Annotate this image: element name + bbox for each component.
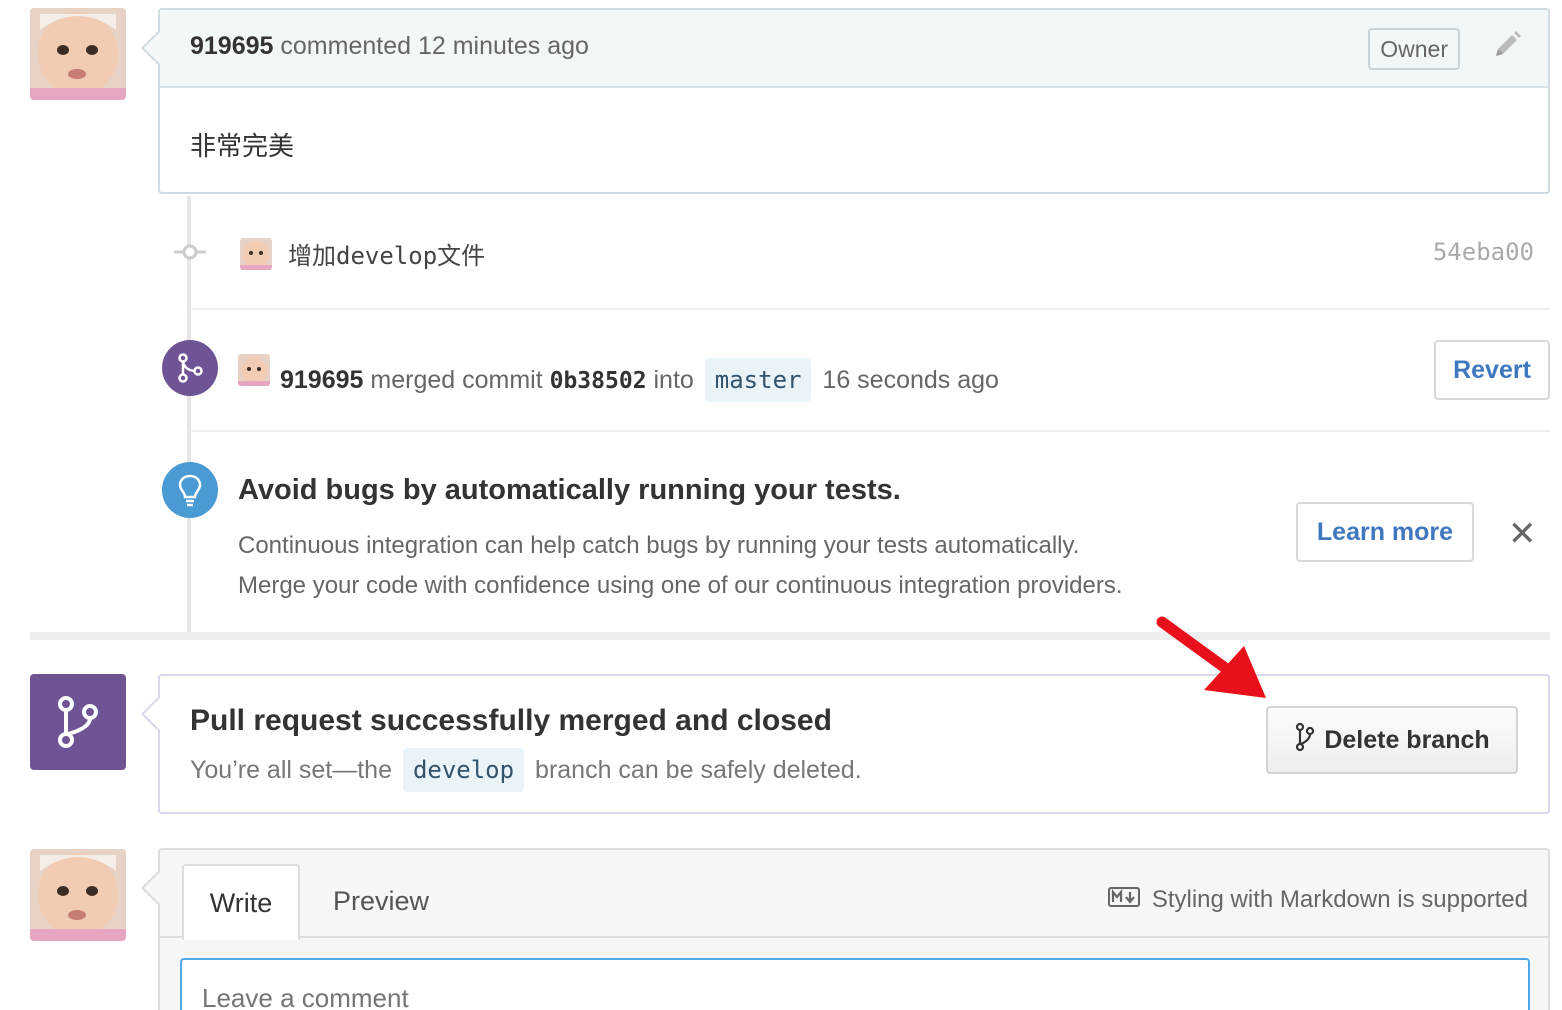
delete-branch-button[interactable]: Delete branch (1266, 706, 1518, 774)
merge-icon (162, 340, 218, 396)
markdown-icon (1107, 886, 1140, 914)
commit-sha-link[interactable]: 54eba00 (1433, 238, 1534, 266)
comment-input[interactable] (180, 958, 1530, 1010)
delete-branch-label: Delete branch (1324, 725, 1490, 754)
comment-header: 919695 commented 12 minutes ago Owner (141, 10, 1548, 88)
comment-author[interactable]: 919695 (190, 32, 273, 60)
comment-meta: 919695 commented 12 minutes ago (190, 32, 589, 61)
learn-more-button[interactable]: Learn more (1296, 502, 1474, 562)
merge-status-box: Pull request successfully merged and clo… (141, 674, 1550, 814)
merge-status-title: Pull request successfully merged and clo… (190, 704, 832, 737)
tab-write[interactable]: Write (182, 864, 300, 940)
merge-into: into (653, 366, 694, 394)
pencil-icon[interactable] (1492, 30, 1522, 67)
comment-composer: Write Preview Styling with Markdown is s… (141, 848, 1550, 1010)
merge-verb: merged commit (370, 366, 543, 394)
ci-promo-line-2: Merge your code with confidence using on… (238, 572, 1123, 599)
comment-caret (141, 31, 175, 65)
merge-box-caret (141, 697, 175, 731)
merge-author[interactable]: 919695 (280, 366, 363, 394)
owner-badge: Owner (1368, 28, 1460, 70)
merge-time: 16 seconds ago (822, 366, 999, 394)
avatar[interactable] (30, 8, 126, 100)
merge-commit-sha[interactable]: 0b38502 (550, 368, 647, 394)
timeline-divider (30, 632, 1550, 640)
target-branch[interactable]: master (704, 358, 812, 402)
lightbulb-icon (162, 462, 218, 518)
source-branch[interactable]: develop (402, 748, 525, 792)
branch-icon (1294, 722, 1316, 759)
comment-box: 919695 commented 12 minutes ago Owner 非常… (141, 8, 1550, 194)
close-icon[interactable]: ✕ (1508, 514, 1537, 554)
comment-action: commented 12 minutes ago (280, 32, 589, 60)
tab-preview[interactable]: Preview (310, 864, 452, 938)
merge-desc-suffix: branch can be safely deleted. (535, 756, 862, 784)
markdown-note-label: Styling with Markdown is supported (1151, 886, 1528, 913)
merged-status-icon (30, 674, 126, 770)
merge-status-description: You’re all set—the develop branch can be… (190, 748, 862, 792)
annotation-arrow-icon (1150, 612, 1280, 717)
commit-author-avatar[interactable] (240, 238, 272, 270)
revert-button[interactable]: Revert (1434, 340, 1550, 400)
merge-desc-prefix: You’re all set—the (190, 756, 392, 784)
ci-promo-title: Avoid bugs by automatically running your… (238, 474, 901, 506)
current-user-avatar[interactable] (30, 849, 126, 941)
composer-caret (141, 871, 175, 905)
commit-icon (174, 242, 206, 267)
commit-message-link[interactable]: 增加develop文件 (288, 236, 485, 271)
comment-body: 非常完美 (190, 132, 295, 162)
ci-promo-description: Continuous integration can help catch bu… (238, 526, 1123, 606)
merge-event-text: 919695 merged commit 0b38502 into master… (280, 358, 999, 402)
markdown-note[interactable]: Styling with Markdown is supported (1107, 886, 1528, 914)
merge-author-avatar[interactable] (238, 354, 270, 386)
ci-promo-line-1: Continuous integration can help catch bu… (238, 532, 1080, 559)
